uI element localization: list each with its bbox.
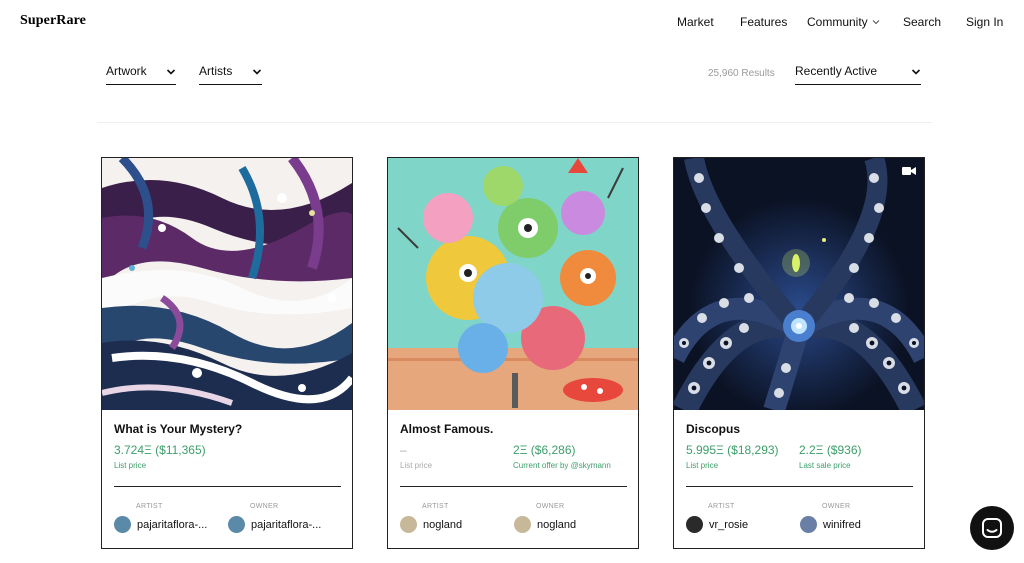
owner-role-label: OWNER [822,503,851,510]
nav-market[interactable]: Market [677,15,714,29]
chat-launcher-button[interactable] [970,506,1014,550]
sort-dropdown-label: Recently Active [795,64,878,78]
artist-link[interactable]: pajaritaflora-... [114,516,207,533]
current-offer-label: Current offer by @skymann [513,461,611,470]
owner-role-label: OWNER [536,503,565,510]
artist-name: vr_rosie [709,518,749,531]
artist-role-label: ARTIST [422,503,449,510]
owner-link[interactable]: nogland [514,516,576,533]
chevron-down-icon [911,69,921,75]
section-divider [97,122,932,123]
avatar [400,516,417,533]
card-divider [400,486,627,487]
artwork-title[interactable]: Discopus [686,422,740,436]
nav-community[interactable]: Community [807,15,881,29]
artwork-title[interactable]: Almost Famous. [400,422,493,436]
artwork-image[interactable] [388,158,638,410]
chevron-down-icon [166,69,176,75]
filter-bar: Artwork Artists 25,960 Results Recently … [0,56,1024,92]
chevron-down-icon [252,69,262,75]
artwork-image[interactable] [674,158,924,410]
artwork-card[interactable]: Discopus 5.995Ξ ($18,293) List price 2.2… [673,157,925,549]
artwork-card[interactable]: What is Your Mystery? 3.724Ξ ($11,365) L… [101,157,353,549]
video-icon [902,167,916,175]
artist-role-label: ARTIST [708,503,735,510]
sort-dropdown[interactable]: Recently Active [795,64,921,85]
current-offer-value: 2Ξ ($6,286) [513,443,576,457]
list-price-label: List price [686,461,719,470]
avatar [800,516,817,533]
owner-role-label: OWNER [250,503,279,510]
artist-name: nogland [423,518,463,531]
artists-dropdown-label: Artists [199,64,233,78]
nav-sign-in[interactable]: Sign In [966,15,1003,29]
avatar [114,516,131,533]
owner-name: pajaritaflora-... [251,518,322,531]
artwork-title[interactable]: What is Your Mystery? [114,422,242,436]
chat-icon [982,518,1002,538]
top-nav: SuperRare Market Features Community Sear… [0,0,1024,44]
artwork-dropdown[interactable]: Artwork [106,64,176,85]
owner-name: nogland [537,518,577,531]
artwork-card[interactable]: Almost Famous. – List price 2Ξ ($6,286) … [387,157,639,549]
artist-role-label: ARTIST [136,503,163,510]
artist-link[interactable]: nogland [400,516,462,533]
artwork-dropdown-label: Artwork [106,64,147,78]
artist-name: pajaritaflora-... [137,518,208,531]
artists-dropdown[interactable]: Artists [199,64,262,85]
nav-community-label: Community [807,15,868,29]
list-price-value: 3.724Ξ ($11,365) [114,443,206,457]
chevron-down-icon [872,20,880,25]
list-price-value: 5.995Ξ ($18,293) [686,443,779,457]
card-divider [686,486,913,487]
avatar [686,516,703,533]
brand-logo[interactable]: SuperRare [20,13,86,29]
list-price-value: – [400,443,407,457]
list-price-label: List price [114,461,147,470]
nav-search[interactable]: Search [903,15,941,29]
owner-link[interactable]: winifred [800,516,861,533]
artist-link[interactable]: vr_rosie [686,516,748,533]
owner-name: winifred [823,518,861,531]
results-count: 25,960 Results [708,68,775,79]
card-divider [114,486,341,487]
avatar [228,516,245,533]
artwork-image[interactable] [102,158,352,410]
list-price-label: List price [400,461,433,470]
last-sale-value: 2.2Ξ ($936) [799,443,862,457]
owner-link[interactable]: pajaritaflora-... [228,516,321,533]
avatar [514,516,531,533]
nav-features[interactable]: Features [740,15,787,29]
last-sale-label: Last sale price [799,461,851,470]
